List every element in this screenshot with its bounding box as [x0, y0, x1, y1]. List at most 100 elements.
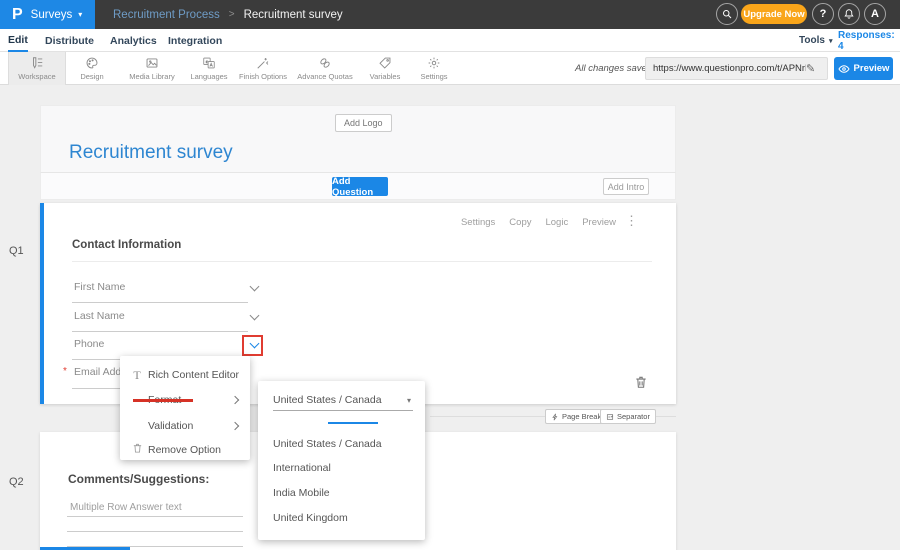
chevron-right-icon [231, 422, 239, 430]
variables-icon [378, 56, 392, 70]
separator-icon [606, 413, 614, 421]
field-last-name[interactable]: Last Name [74, 310, 125, 322]
toolbar-settings[interactable]: Settings [414, 52, 454, 85]
menu-item-rich-content-editor[interactable]: T Rich Content Editor [120, 363, 250, 387]
annotation-underline [133, 399, 193, 402]
question-settings-link[interactable]: Settings [461, 217, 495, 228]
search-button[interactable] [716, 3, 738, 25]
survey-url-input[interactable] [646, 63, 806, 74]
multi-row-answer-placeholder[interactable]: Multiple Row Answer text [70, 502, 182, 513]
chevron-down-icon[interactable] [250, 282, 260, 292]
toolbar-variables[interactable]: Variables [356, 52, 414, 85]
toolbar-languages[interactable]: Languages [186, 52, 232, 85]
delete-question-button[interactable] [634, 374, 648, 390]
format-option-india-mobile[interactable]: India Mobile [273, 487, 330, 499]
trash-icon [634, 374, 648, 390]
tab-distribute[interactable]: Distribute [45, 29, 94, 52]
help-icon: ? [820, 8, 827, 20]
add-logo-button[interactable]: Add Logo [335, 114, 392, 132]
menu-item-validation[interactable]: Validation [120, 414, 250, 438]
product-label: Surveys [31, 9, 73, 21]
toolbar-advance-quotas[interactable]: Advance Quotas [294, 52, 356, 85]
design-icon [85, 56, 99, 70]
option-context-menu: T Rich Content Editor Format Validation … [120, 356, 250, 460]
kebab-menu-icon[interactable]: ⋮ [625, 213, 638, 229]
notifications-button[interactable] [838, 3, 860, 25]
chevron-right-icon [231, 396, 239, 404]
divider [72, 261, 652, 262]
breadcrumb-current: Recruitment survey [244, 9, 343, 21]
workspace-icon [30, 56, 44, 70]
breadcrumb-parent[interactable]: Recruitment Process [113, 9, 220, 21]
caret-down-icon: ▾ [407, 396, 411, 405]
required-marker: * [63, 366, 67, 377]
preview-button[interactable]: Preview [834, 57, 893, 80]
format-option-international[interactable]: International [273, 462, 331, 474]
chevron-down-icon[interactable] [250, 311, 260, 321]
toolbar-media-library[interactable]: Media Library [118, 52, 186, 85]
survey-title[interactable]: Recruitment survey [69, 142, 233, 164]
questionpro-survey-editor: P Surveys ▾ Recruitment Process > Recrui… [0, 0, 900, 550]
field-phone[interactable]: Phone [74, 338, 104, 350]
breadcrumb-separator: > [229, 9, 235, 20]
languages-icon [202, 56, 216, 70]
advance-quotas-icon [318, 56, 332, 70]
main-nav: Edit Distribute Analytics Integration To… [0, 29, 900, 52]
page-break-icon [551, 413, 559, 421]
help-button[interactable]: ? [812, 3, 834, 25]
annotation-highlight-box [242, 335, 263, 356]
format-option-united-kingdom[interactable]: United Kingdom [273, 512, 348, 524]
toolbar-design[interactable]: Design [66, 52, 118, 85]
add-question-row: Add Question Add Intro [40, 172, 676, 200]
caret-down-icon: ▾ [78, 10, 82, 19]
tab-edit[interactable]: Edit [8, 29, 28, 52]
tools-label: Tools [799, 35, 825, 46]
eye-icon [838, 63, 850, 75]
question-logic-link[interactable]: Logic [545, 217, 568, 228]
search-icon [721, 8, 733, 20]
question1-number: Q1 [9, 245, 24, 257]
survey-header-card: Add Logo Recruitment survey [40, 105, 676, 172]
settings-icon [427, 56, 441, 70]
question1-actions: Settings Copy Logic Preview [461, 217, 616, 228]
question-copy-link[interactable]: Copy [509, 217, 531, 228]
answer-row-underline [67, 531, 243, 532]
format-option-us-canada[interactable]: United States / Canada [273, 438, 382, 450]
separator-button[interactable]: Separator [600, 409, 656, 424]
editor-toolbar: Workspace Design Media Library Languages… [0, 52, 900, 85]
breadcrumb: Recruitment Process > Recruitment survey [113, 0, 343, 29]
edit-url-icon[interactable]: ✎ [806, 62, 815, 75]
surveys-menu[interactable]: P Surveys ▾ [0, 0, 95, 29]
toolbar-finish-options[interactable]: Finish Options [232, 52, 294, 85]
question2-title[interactable]: Comments/Suggestions: [68, 472, 209, 486]
tab-integration[interactable]: Integration [168, 29, 222, 52]
finish-options-icon [256, 56, 270, 70]
select-underline [273, 410, 413, 411]
page-break-button[interactable]: Page Break [545, 409, 607, 424]
field-underline [72, 302, 248, 303]
question1-title[interactable]: Contact Information [72, 239, 181, 251]
save-status: All changes saved [575, 52, 652, 85]
questionpro-logo: P [12, 6, 23, 24]
bell-icon [843, 8, 855, 20]
upgrade-now-button[interactable]: Upgrade Now [741, 4, 807, 24]
avatar[interactable]: A [864, 3, 886, 25]
menu-item-remove-option[interactable]: Remove Option [120, 438, 250, 462]
toolbar-workspace[interactable]: Workspace [8, 52, 66, 85]
caret-down-icon: ▾ [829, 37, 833, 45]
question2-number: Q2 [9, 476, 24, 488]
question-preview-link[interactable]: Preview [582, 217, 616, 228]
top-bar: P Surveys ▾ Recruitment Process > Recrui… [0, 0, 900, 29]
rich-text-icon: T [130, 368, 144, 383]
field-underline [72, 331, 248, 332]
tools-menu[interactable]: Tools ▾ [799, 29, 832, 52]
select-focus-indicator [328, 422, 378, 424]
phone-format-select[interactable]: United States / Canada ▾ [273, 394, 413, 406]
add-question-button[interactable]: Add Question [332, 177, 388, 196]
responses-link[interactable]: Responses: 4 [838, 29, 900, 52]
format-submenu: United States / Canada ▾ United States /… [258, 381, 425, 540]
field-first-name[interactable]: First Name [74, 281, 125, 293]
answer-row-underline [67, 516, 243, 517]
add-intro-button[interactable]: Add Intro [603, 178, 649, 195]
tab-analytics[interactable]: Analytics [110, 29, 157, 52]
